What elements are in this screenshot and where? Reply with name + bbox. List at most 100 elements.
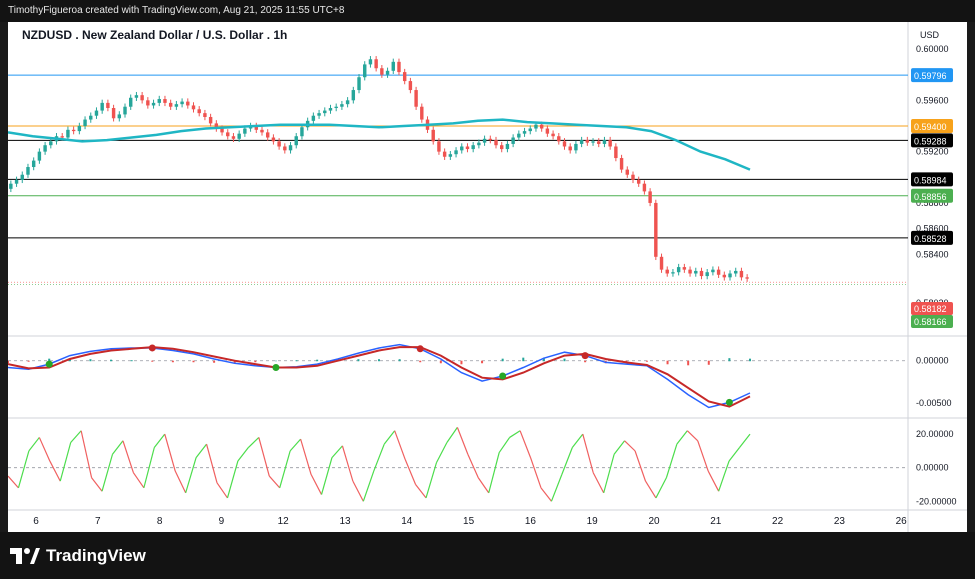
candle-body	[334, 106, 338, 109]
candle-body	[265, 132, 270, 138]
histogram-bar	[274, 360, 277, 362]
chart-svg[interactable]: NZDUSD . New Zealand Dollar / U.S. Dolla…	[8, 22, 967, 532]
candle-body	[277, 141, 281, 147]
candle-body	[106, 102, 110, 109]
cross-dot	[581, 352, 589, 360]
candle-body	[408, 81, 413, 91]
candle-body	[363, 64, 367, 78]
candle-body	[745, 277, 749, 279]
candle-body	[60, 136, 64, 138]
candle-body	[699, 270, 704, 277]
candle-body	[380, 68, 384, 75]
histogram-bar	[295, 360, 298, 362]
brand-name: TradingView	[46, 546, 146, 565]
candle-body	[208, 116, 213, 124]
cross-dot	[45, 360, 53, 368]
watermark-text: TimothyFigueroa created with TradingView…	[0, 0, 975, 22]
candle-body	[37, 151, 42, 161]
candle-body	[317, 113, 321, 116]
candle-body	[420, 106, 424, 120]
candle-body	[568, 146, 572, 151]
candle-body	[117, 114, 122, 119]
candle-body	[340, 104, 344, 107]
candle-body	[402, 72, 407, 82]
candle-body	[722, 274, 727, 278]
chart-area[interactable]: NZDUSD . New Zealand Dollar / U.S. Dolla…	[8, 22, 967, 532]
candle-body	[260, 129, 264, 133]
y-tick-label: -20.00000	[916, 496, 957, 506]
candle-body	[500, 145, 504, 150]
candle-body	[328, 108, 333, 111]
candle-body	[659, 256, 664, 270]
candle-body	[157, 99, 161, 103]
tradingview-logo[interactable]: TradingView	[10, 546, 146, 566]
candle-body	[636, 179, 641, 184]
candle-body	[734, 270, 738, 274]
candle-body	[146, 100, 150, 106]
histogram-bar	[728, 358, 731, 362]
histogram-bar	[645, 360, 648, 362]
candle-body	[545, 128, 550, 134]
histogram-bar	[110, 359, 113, 362]
candle-body	[9, 183, 13, 189]
price-badge-label: 0.58182	[914, 304, 947, 314]
histogram-bar	[192, 360, 195, 363]
candle-body	[174, 104, 179, 107]
histogram-bar	[378, 359, 380, 362]
candle-body	[591, 141, 595, 143]
candle-body	[654, 202, 658, 257]
histogram-bar	[439, 360, 442, 364]
tradingview-screenshot: TimothyFigueroa created with TradingView…	[0, 0, 975, 579]
candle-body	[505, 143, 510, 150]
histogram-bar	[130, 360, 133, 362]
histogram-bar	[666, 360, 669, 365]
candle-body	[460, 146, 464, 151]
cross-dot	[499, 372, 507, 380]
footer: TradingView	[0, 532, 975, 579]
x-tick-label: 7	[95, 516, 101, 527]
candle-body	[539, 124, 544, 129]
histogram-bar	[316, 359, 319, 362]
candle-body	[186, 101, 190, 106]
candle-body	[676, 267, 681, 273]
candle-body	[231, 136, 236, 139]
x-tick-label: 9	[219, 516, 225, 527]
candle-body	[43, 145, 47, 152]
candle-body	[197, 109, 201, 114]
candle-body	[20, 174, 24, 180]
candle-body	[625, 169, 629, 175]
candle-body	[608, 140, 612, 147]
candle-body	[385, 70, 390, 75]
histogram-bar	[213, 360, 216, 363]
candle-body	[357, 77, 361, 91]
histogram-bar	[501, 358, 504, 362]
candle-body	[477, 142, 481, 146]
candle-body	[557, 136, 561, 142]
candle-body	[323, 110, 327, 114]
level-badge-label: 0.58528	[914, 234, 947, 244]
candle-body	[511, 137, 515, 144]
x-tick-label: 13	[339, 516, 351, 527]
candle-body	[728, 273, 732, 278]
candle-body	[711, 269, 715, 273]
y-tick-label: 0.60000	[916, 44, 949, 54]
y-tick-label: 20.00000	[916, 429, 954, 439]
candle-body	[694, 270, 698, 274]
candle-body	[534, 124, 538, 129]
level-badge-label: 0.58856	[914, 192, 947, 202]
candle-body	[83, 119, 87, 126]
histogram-bar	[151, 360, 154, 362]
histogram-bar	[563, 358, 566, 362]
cross-dot	[725, 398, 733, 406]
candle-body	[431, 129, 435, 142]
x-tick-label: 16	[525, 516, 537, 527]
candle-body	[243, 128, 247, 134]
candle-body	[191, 105, 196, 110]
histogram-bar	[27, 360, 30, 362]
candle-body	[151, 102, 156, 106]
x-tick-label: 6	[33, 516, 39, 527]
level-badge-label: 0.59796	[914, 71, 947, 81]
histogram-bar	[89, 359, 92, 362]
candle-body	[283, 146, 287, 151]
histogram-bar	[749, 358, 751, 362]
